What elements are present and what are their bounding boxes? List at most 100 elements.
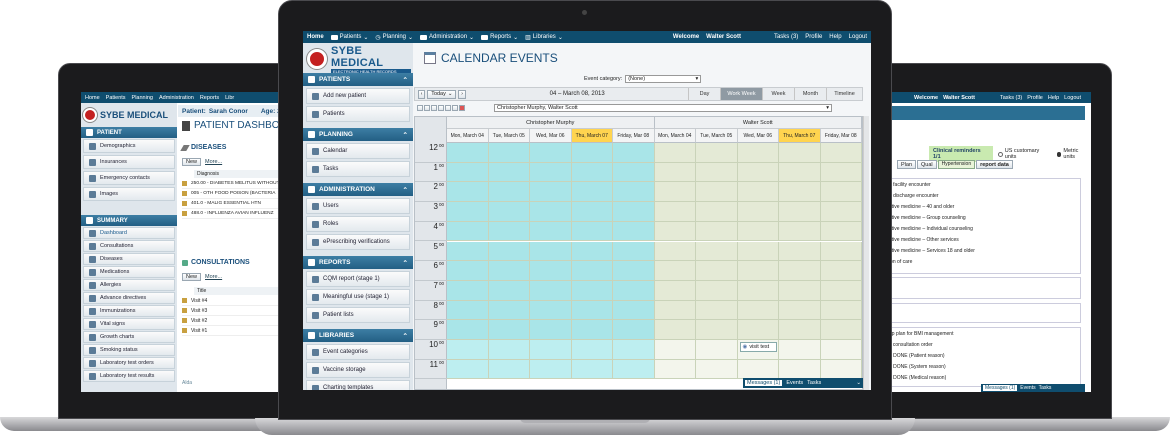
time-slot[interactable]: [488, 340, 530, 360]
left-sidebar-item[interactable]: Images: [83, 187, 175, 201]
sidebar-item[interactable]: Patient lists: [306, 307, 410, 323]
right-logout-link[interactable]: Logout: [1064, 95, 1081, 101]
time-slot[interactable]: [820, 359, 862, 380]
day-header[interactable]: Wed, Mar 06: [530, 129, 572, 143]
time-slot[interactable]: [654, 261, 696, 281]
time-slot[interactable]: [654, 143, 696, 163]
view-tab[interactable]: Month: [794, 88, 826, 100]
time-slot[interactable]: [696, 221, 738, 242]
users-select[interactable]: Christopher Murphy, Walter Scott ▾: [494, 104, 832, 112]
tab-plan[interactable]: Plan: [897, 160, 917, 169]
time-slot[interactable]: [613, 300, 655, 321]
left-summary-section-header[interactable]: SUMMARY: [81, 215, 177, 226]
right-profile-link[interactable]: Profile: [1027, 95, 1043, 101]
toolbar-icon-4[interactable]: [438, 105, 444, 111]
toolbar-icon-3[interactable]: [431, 105, 437, 111]
time-slot[interactable]: [571, 300, 613, 321]
left-sidebar-item[interactable]: Advance directives: [83, 292, 175, 304]
profile-link[interactable]: Profile: [805, 34, 822, 40]
left-sidebar-item[interactable]: Medications: [83, 266, 175, 278]
time-slot[interactable]: [530, 143, 572, 163]
time-slot[interactable]: [820, 143, 862, 163]
time-slot[interactable]: [447, 261, 489, 281]
prev-button[interactable]: ‹: [418, 89, 426, 99]
left-nav-planning[interactable]: Planning: [132, 95, 153, 101]
left-sidebar-item[interactable]: Consultations: [83, 240, 175, 252]
sidebar-item[interactable]: Roles: [306, 216, 410, 232]
time-slot[interactable]: [530, 202, 572, 222]
time-slot[interactable]: [447, 320, 489, 340]
pencil-icon[interactable]: [182, 191, 187, 196]
time-slot[interactable]: [696, 162, 738, 183]
time-slot[interactable]: [488, 221, 530, 242]
tab-qual[interactable]: Qual: [917, 160, 937, 169]
time-slot[interactable]: [820, 261, 862, 281]
right-messages-tab[interactable]: Messages (1): [983, 385, 1018, 391]
nav-administration[interactable]: Administration ⌄: [420, 34, 474, 41]
time-slot[interactable]: [530, 280, 572, 301]
right-help-link[interactable]: Help: [1048, 95, 1059, 101]
time-slot[interactable]: [779, 359, 821, 380]
left-nav-libraries[interactable]: Libr: [225, 95, 234, 101]
left-nav-administration[interactable]: Administration: [159, 95, 194, 101]
time-slot[interactable]: [530, 221, 572, 242]
consultations-more-link[interactable]: More...: [205, 274, 222, 280]
time-slot[interactable]: [613, 241, 655, 262]
time-slot[interactable]: [530, 261, 572, 281]
time-slot[interactable]: [571, 261, 613, 281]
time-slot[interactable]: [488, 300, 530, 321]
time-slot[interactable]: [779, 300, 821, 321]
time-slot[interactable]: [654, 182, 696, 203]
time-slot[interactable]: [530, 320, 572, 340]
day-header[interactable]: Thu, March 07: [571, 129, 613, 143]
next-button[interactable]: ›: [458, 89, 466, 99]
time-slot[interactable]: [779, 320, 821, 340]
time-slot[interactable]: [447, 182, 489, 203]
logout-link[interactable]: Logout: [849, 34, 867, 40]
tasks-link[interactable]: Tasks (3): [774, 34, 798, 40]
time-slot[interactable]: [779, 182, 821, 203]
time-slot[interactable]: [820, 320, 862, 340]
time-slot[interactable]: [654, 241, 696, 262]
time-slot[interactable]: [696, 261, 738, 281]
sidebar-item[interactable]: Event categories: [306, 344, 410, 360]
time-slot[interactable]: [737, 359, 779, 380]
time-slot[interactable]: [737, 182, 779, 203]
toolbar-icon-6[interactable]: [452, 105, 458, 111]
pencil-icon[interactable]: [182, 211, 187, 216]
time-slot[interactable]: [737, 162, 779, 183]
time-slot[interactable]: [696, 241, 738, 262]
day-header[interactable]: Tue, March 05: [696, 129, 738, 143]
help-link[interactable]: Help: [829, 34, 841, 40]
time-slot[interactable]: [820, 241, 862, 262]
time-slot[interactable]: [613, 340, 655, 360]
time-slot[interactable]: [654, 340, 696, 360]
time-slot[interactable]: [530, 241, 572, 262]
time-slot[interactable]: [571, 359, 613, 380]
time-slot[interactable]: [447, 340, 489, 360]
left-sidebar-item[interactable]: Smoking status: [83, 344, 175, 356]
time-slot[interactable]: [779, 280, 821, 301]
sidebar-section-3[interactable]: REPORTS ⌃: [303, 256, 413, 269]
tasks-tab[interactable]: Tasks: [807, 380, 821, 386]
time-slot[interactable]: [820, 162, 862, 183]
sidebar-item[interactable]: ePrescribing verifications: [306, 234, 410, 250]
sidebar-section-1[interactable]: PLANNING ⌃: [303, 128, 413, 141]
time-slot[interactable]: [530, 300, 572, 321]
toolbar-icon-5[interactable]: [445, 105, 451, 111]
time-slot[interactable]: [737, 261, 779, 281]
time-slot[interactable]: [779, 261, 821, 281]
left-sidebar-item[interactable]: Allergies: [83, 279, 175, 291]
left-sidebar-item[interactable]: Laboratory test results: [83, 370, 175, 382]
sidebar-item[interactable]: Users: [306, 198, 410, 214]
time-slot[interactable]: [779, 202, 821, 222]
sidebar-item[interactable]: Patients: [306, 106, 410, 122]
time-slot[interactable]: [696, 320, 738, 340]
time-slot[interactable]: [488, 280, 530, 301]
view-tab[interactable]: Timeline: [826, 88, 862, 100]
time-slot[interactable]: [488, 320, 530, 340]
nav-home[interactable]: Home: [307, 34, 324, 40]
pencil-icon[interactable]: [182, 328, 187, 333]
day-header[interactable]: Mon, March 04: [447, 129, 489, 143]
event-category-select[interactable]: (None) ▾: [625, 75, 702, 83]
